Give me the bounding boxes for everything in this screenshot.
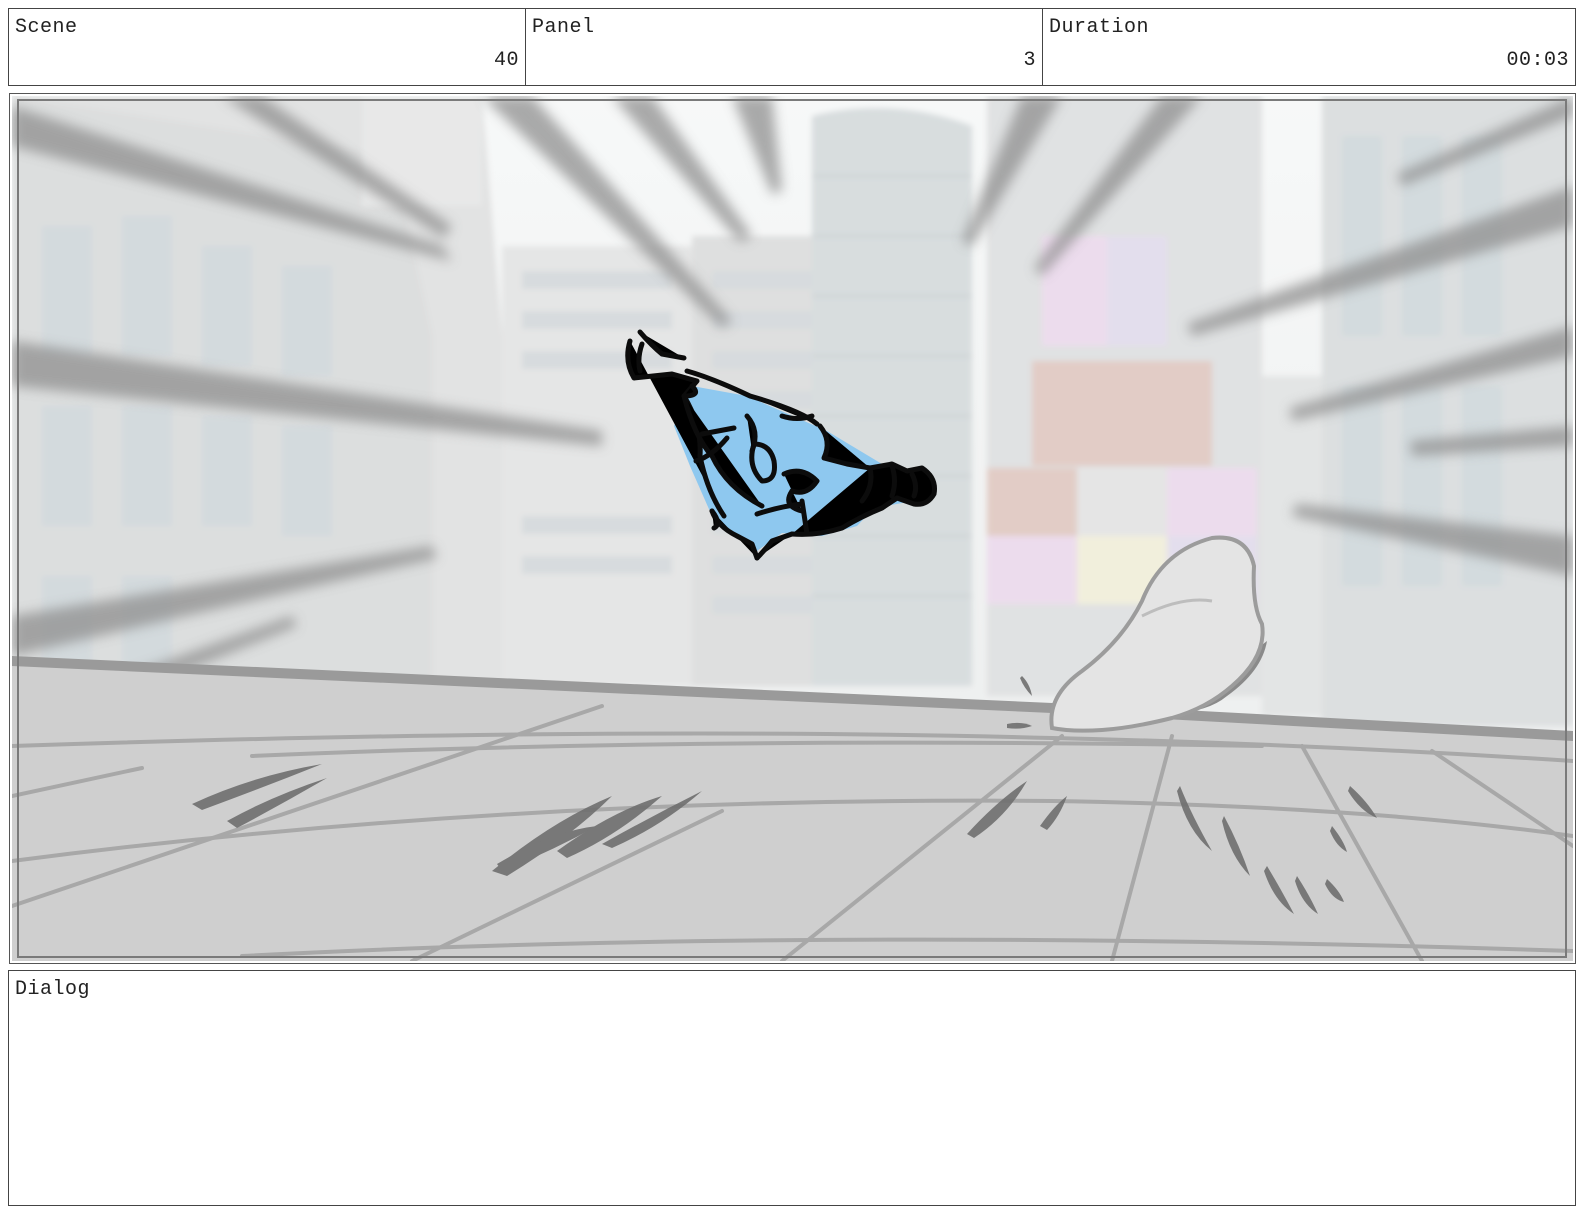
scene-number[interactable]: 40 [494,49,519,72]
duration-value[interactable]: 00:03 [1506,49,1569,72]
panel-label: Panel [532,16,595,39]
duration-cell: Duration 00:03 [1043,9,1575,85]
scene-label: Scene [15,16,78,39]
duration-label: Duration [1049,16,1150,39]
dialog-label: Dialog [15,978,91,1001]
panel-sketch [12,96,1573,961]
storyboard-header: Scene 40 Panel 3 Duration 00:03 [8,8,1576,86]
storyboard-panel-image [9,93,1576,964]
panel-number[interactable]: 3 [1023,49,1036,72]
scene-cell: Scene 40 [9,9,526,85]
dialog-box[interactable]: Dialog [8,970,1576,1206]
panel-cell: Panel 3 [526,9,1043,85]
